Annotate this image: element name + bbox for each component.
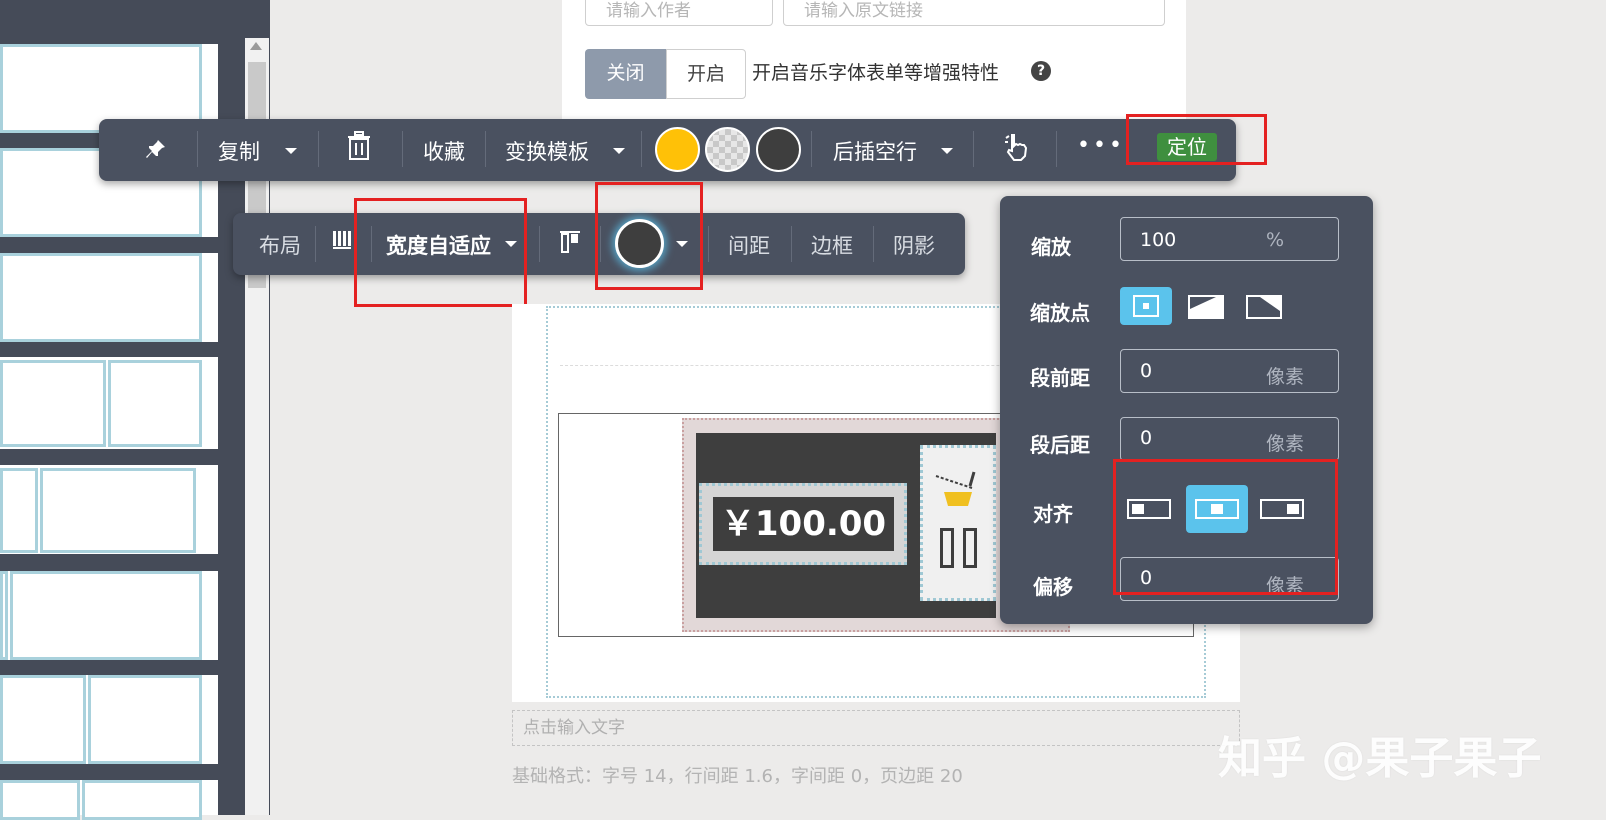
switch-template-button[interactable]: 变换模板: [505, 136, 589, 166]
template-thumb[interactable]: [0, 465, 218, 554]
coupon-deco: [940, 528, 954, 568]
enhance-on-button[interactable]: 开启: [666, 49, 746, 99]
scroll-up-icon[interactable]: [250, 42, 262, 50]
template-thumb[interactable]: [0, 780, 218, 820]
enhance-off-button[interactable]: 关闭: [585, 49, 666, 99]
favorite-button[interactable]: 收藏: [423, 136, 465, 166]
offset-unit: 像素: [1266, 575, 1305, 597]
columns-icon[interactable]: [332, 229, 354, 251]
watermark: 知乎 @果子果子: [1218, 733, 1542, 784]
insert-empty-line-button[interactable]: 后插空行: [833, 136, 917, 166]
spacing-button[interactable]: 间距: [728, 230, 770, 260]
width-adaptive-dropdown-icon[interactable]: [505, 241, 517, 247]
scale-label: 缩放: [1031, 235, 1071, 259]
coupon-price[interactable]: ￥100.00: [713, 497, 894, 551]
space-before-input[interactable]: [1120, 349, 1339, 393]
source-link-input[interactable]: 请输入原文链接: [783, 0, 1165, 26]
layout-label: 布局: [259, 234, 301, 258]
space-before-label: 段前距: [1030, 366, 1090, 390]
space-after-unit: 像素: [1266, 433, 1305, 455]
author-input[interactable]: 请输入作者: [585, 0, 773, 26]
template-thumb[interactable]: [0, 571, 218, 660]
text-input-area[interactable]: 点击输入文字: [512, 710, 1240, 746]
space-after-label: 段后距: [1030, 433, 1090, 457]
more-button[interactable]: •••: [1077, 133, 1125, 158]
border-button[interactable]: 边框: [811, 230, 853, 260]
scale-point-center-button[interactable]: [1120, 287, 1172, 325]
space-before-value: 0: [1140, 360, 1153, 382]
align-label: 对齐: [1033, 502, 1073, 526]
space-before-unit: 像素: [1266, 366, 1305, 388]
coupon-deco: [963, 528, 977, 568]
copy-dropdown-icon[interactable]: [285, 148, 297, 154]
color-swatch-dark[interactable]: [756, 127, 801, 172]
space-after-value: 0: [1140, 427, 1153, 449]
trash-icon[interactable]: [346, 131, 372, 161]
align-left-button[interactable]: [1123, 490, 1175, 528]
offset-input[interactable]: [1120, 557, 1339, 601]
template-thumb[interactable]: [0, 675, 218, 764]
template-thumb[interactable]: [0, 253, 218, 342]
locate-button[interactable]: 定位: [1157, 133, 1217, 161]
shadow-button[interactable]: 阴影: [893, 230, 935, 260]
width-adaptive-button[interactable]: 宽度自适应: [386, 230, 491, 260]
insert-empty-line-dropdown-icon[interactable]: [941, 148, 953, 154]
scale-unit: %: [1266, 229, 1285, 251]
shopping-basket-icon: [935, 471, 976, 506]
enhance-label: 开启音乐字体表单等增强特性: [752, 62, 1000, 84]
block-color-dropdown-icon[interactable]: [676, 241, 688, 247]
hand-pointer-icon[interactable]: [1003, 132, 1031, 162]
color-swatch-yellow[interactable]: [655, 127, 700, 172]
format-hint: 基础格式：字号 14，行间距 1.6，字间距 0，页边距 20: [512, 766, 963, 787]
switch-template-dropdown-icon[interactable]: [613, 148, 625, 154]
scale-value: 100: [1140, 229, 1177, 251]
color-swatch-transparent[interactable]: [705, 127, 750, 172]
scale-point-bottom-left-button[interactable]: [1180, 287, 1232, 325]
pin-icon[interactable]: [144, 137, 168, 161]
help-icon[interactable]: ?: [1031, 61, 1051, 81]
align-center-button[interactable]: [1186, 485, 1248, 533]
scale-point-top-right-button[interactable]: [1238, 287, 1290, 325]
offset-label: 偏移: [1033, 575, 1073, 599]
space-after-input[interactable]: [1120, 417, 1339, 461]
copy-button[interactable]: 复制: [218, 136, 260, 166]
block-color-swatch[interactable]: [615, 219, 664, 268]
vertical-align-top-icon[interactable]: [558, 229, 582, 255]
offset-value: 0: [1140, 567, 1153, 589]
scale-point-label: 缩放点: [1030, 301, 1090, 325]
align-right-button[interactable]: [1256, 490, 1308, 528]
template-thumb[interactable]: [0, 357, 218, 449]
